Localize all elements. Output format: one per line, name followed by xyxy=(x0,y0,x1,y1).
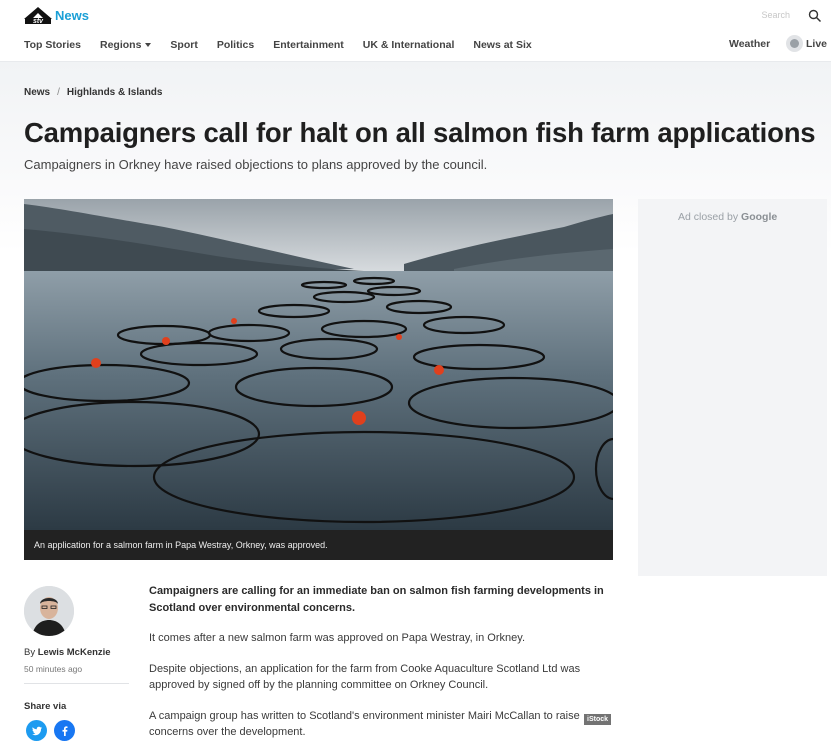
article-headline: Campaigners call for halt on all salmon … xyxy=(24,117,816,148)
breadcrumb: News / Highlands & Islands xyxy=(24,87,162,98)
search-input[interactable] xyxy=(700,6,792,24)
logo-text: News xyxy=(55,7,89,23)
nav-news-at-six[interactable]: News at Six xyxy=(473,39,531,51)
nav-entertainment-label: Entertainment xyxy=(273,39,344,51)
chevron-down-icon xyxy=(145,43,152,47)
breadcrumb-separator: / xyxy=(57,87,60,98)
google-logo: Google xyxy=(741,211,778,223)
breadcrumb-news[interactable]: News xyxy=(24,87,50,98)
nav-regions[interactable]: Regions xyxy=(99,39,152,51)
nav-uk-international[interactable]: UK & International xyxy=(363,39,455,51)
live-indicator-icon xyxy=(786,35,803,52)
article-subheadline: Campaigners in Orkney have raised object… xyxy=(24,157,488,172)
nav-top-stories-label: Top Stories xyxy=(24,39,81,51)
share-buttons xyxy=(26,720,82,741)
weather-link[interactable]: Weather xyxy=(729,38,770,50)
ad-closed-label: Ad closed by xyxy=(678,211,739,223)
author-name[interactable]: Lewis McKenzie xyxy=(38,647,111,658)
nav-politics-label: Politics xyxy=(216,39,255,51)
stv-logo-icon: stv xyxy=(24,7,52,25)
nav-uk-international-label: UK & International xyxy=(362,39,455,51)
svg-text:stv: stv xyxy=(33,18,44,25)
article-paragraph: Despite objections, an application for t… xyxy=(149,662,581,692)
ad-closed-text: Ad closed by Google xyxy=(678,211,777,223)
search-box xyxy=(700,6,810,24)
article-paragraph: A campaign group has written to Scotland… xyxy=(149,709,580,739)
article-lead: Campaigners are calling for an immediate… xyxy=(149,585,604,614)
author-avatar[interactable] xyxy=(24,586,74,636)
article-figure: iStock An application for a salmon farm … xyxy=(24,199,613,725)
stv-news-logo[interactable]: stv News xyxy=(24,5,89,25)
search-icon[interactable] xyxy=(808,9,822,23)
divider xyxy=(24,683,129,684)
live-button[interactable]: Live xyxy=(786,35,827,52)
nav-news-at-six-label: News at Six xyxy=(473,39,532,51)
main-nav: Top Stories Regions Sport Politics Enter… xyxy=(24,38,551,52)
nav-sport[interactable]: Sport xyxy=(170,39,197,51)
facebook-share-button[interactable] xyxy=(54,720,75,741)
nav-entertainment[interactable]: Entertainment xyxy=(273,39,344,51)
nav-top-stories[interactable]: Top Stories xyxy=(24,39,81,51)
nav-regions-label: Regions xyxy=(99,39,142,51)
author-byline: By Lewis McKenzie xyxy=(24,647,111,658)
top-bar: stv News Top Stories Regions Sport Polit… xyxy=(0,0,831,62)
twitter-icon xyxy=(31,726,42,735)
nav-politics[interactable]: Politics xyxy=(217,39,254,51)
publish-time: 50 minutes ago xyxy=(24,664,83,674)
author-by-label: By xyxy=(24,647,36,658)
author-photo xyxy=(24,586,74,636)
article-paragraph: It comes after a new salmon farm was app… xyxy=(149,632,525,644)
ad-panel: Ad closed by Google xyxy=(638,199,827,576)
salmon-farm-photo xyxy=(24,199,613,530)
image-caption: An application for a salmon farm in Papa… xyxy=(24,530,613,560)
breadcrumb-highlands-islands[interactable]: Highlands & Islands xyxy=(67,87,163,98)
article-body: Campaigners are calling for an immediate… xyxy=(149,583,619,753)
share-label: Share via xyxy=(24,701,67,712)
twitter-share-button[interactable] xyxy=(26,720,47,741)
facebook-icon xyxy=(62,725,67,736)
nav-sport-label: Sport xyxy=(170,39,198,51)
live-label: Live xyxy=(806,37,828,50)
